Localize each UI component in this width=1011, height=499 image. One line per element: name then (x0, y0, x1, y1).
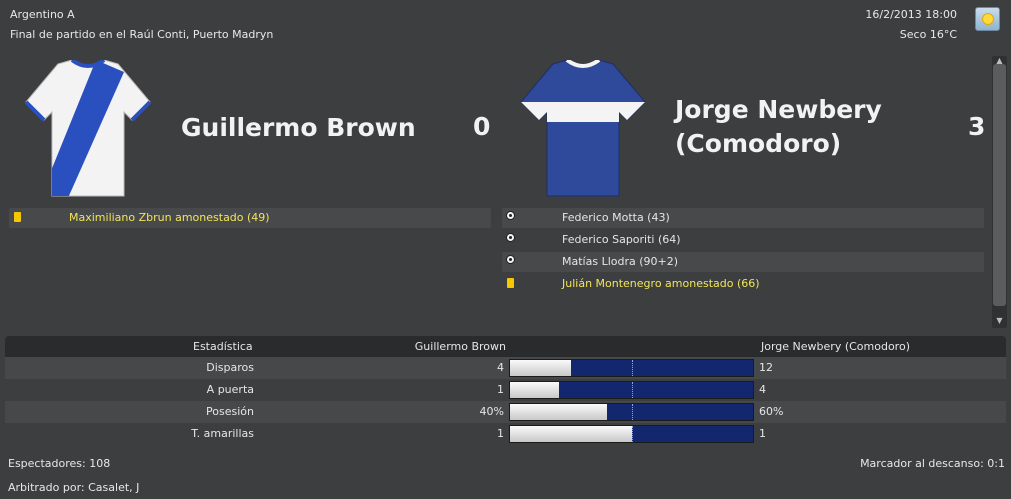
stat-label: Posesión (206, 405, 254, 418)
goal-ball-icon (506, 255, 515, 264)
home-score: 0 (473, 112, 491, 141)
away-team-name-line1[interactable]: Jorge Newbery (675, 92, 882, 128)
away-event-row: Matías Llodra (90+2) (502, 252, 984, 272)
stat-away-value: 1 (759, 427, 766, 440)
away-shirt-icon (520, 60, 646, 197)
yellow-card-icon (14, 212, 21, 222)
away-event-text[interactable]: Matías Llodra (90+2) (562, 252, 678, 272)
stat-label: T. amarillas (191, 427, 254, 440)
stats-header-home: Guillermo Brown (414, 340, 506, 353)
scroll-down-icon[interactable]: ▼ (992, 316, 1007, 325)
stats-header: Estadística Guillermo Brown Jorge Newber… (5, 336, 1006, 357)
weather-text: Seco 16°C (899, 28, 957, 41)
stat-row: Posesión 40% 60% (5, 401, 1006, 423)
stat-row: Disparos 4 12 (5, 357, 1006, 379)
stat-bar-home-fill (510, 360, 571, 376)
goal-ball-icon (506, 233, 515, 242)
stat-label: Disparos (206, 361, 254, 374)
home-shirt-icon (24, 60, 152, 197)
stats-header-away: Jorge Newbery (Comodoro) (761, 340, 910, 353)
attendance-text: Espectadores: 108 (8, 457, 111, 470)
competition-name: Argentino A (10, 8, 75, 21)
stat-comparison-bar (509, 425, 754, 443)
stat-row: T. amarillas 1 1 (5, 423, 1006, 445)
stat-home-value: 1 (497, 383, 504, 396)
stat-row: A puerta 1 4 (5, 379, 1006, 401)
stat-comparison-bar (509, 381, 754, 399)
stat-bar-home-fill (510, 382, 559, 398)
stat-away-value: 12 (759, 361, 773, 374)
away-team-name-line2[interactable]: (Comodoro) (675, 126, 841, 162)
away-score: 3 (968, 112, 986, 141)
sun-icon (975, 7, 1000, 31)
match-info: Final de partido en el Raúl Conti, Puert… (10, 28, 274, 41)
stats-header-label: Estadística (193, 340, 253, 353)
stat-comparison-bar (509, 359, 754, 377)
referee-text: Arbitrado por: Casalet, J (8, 481, 140, 494)
away-event-text[interactable]: Federico Motta (43) (562, 208, 670, 228)
stat-away-value: 60% (759, 405, 784, 418)
away-event-row: Federico Motta (43) (502, 208, 984, 228)
half-time-score: Marcador al descanso: 0:1 (860, 457, 1005, 470)
stat-home-value: 4 (497, 361, 504, 374)
away-event-text[interactable]: Julián Montenegro amonestado (66) (562, 274, 760, 294)
away-event-text[interactable]: Federico Saporiti (64) (562, 230, 681, 250)
match-datetime: 16/2/2013 18:00 (865, 8, 957, 21)
stat-label: A puerta (206, 383, 254, 396)
stats-table: Estadística Guillermo Brown Jorge Newber… (5, 336, 1006, 446)
away-event-row: Federico Saporiti (64) (502, 230, 984, 250)
home-team-name[interactable]: Guillermo Brown (181, 110, 416, 146)
goal-ball-icon (506, 211, 515, 220)
stat-home-value: 1 (497, 427, 504, 440)
stat-bar-home-fill (510, 426, 632, 442)
stat-away-value: 4 (759, 383, 766, 396)
stat-home-value: 40% (479, 405, 504, 418)
home-event-text[interactable]: Maximiliano Zbrun amonestado (49) (69, 208, 270, 228)
stat-comparison-bar (509, 403, 754, 421)
scrollbar-thumb[interactable] (993, 64, 1006, 306)
yellow-card-icon (507, 278, 514, 288)
stat-bar-home-fill (510, 404, 608, 420)
away-event-row: Julián Montenegro amonestado (66) (502, 274, 984, 294)
home-event-row: Maximiliano Zbrun amonestado (49) (9, 208, 491, 228)
